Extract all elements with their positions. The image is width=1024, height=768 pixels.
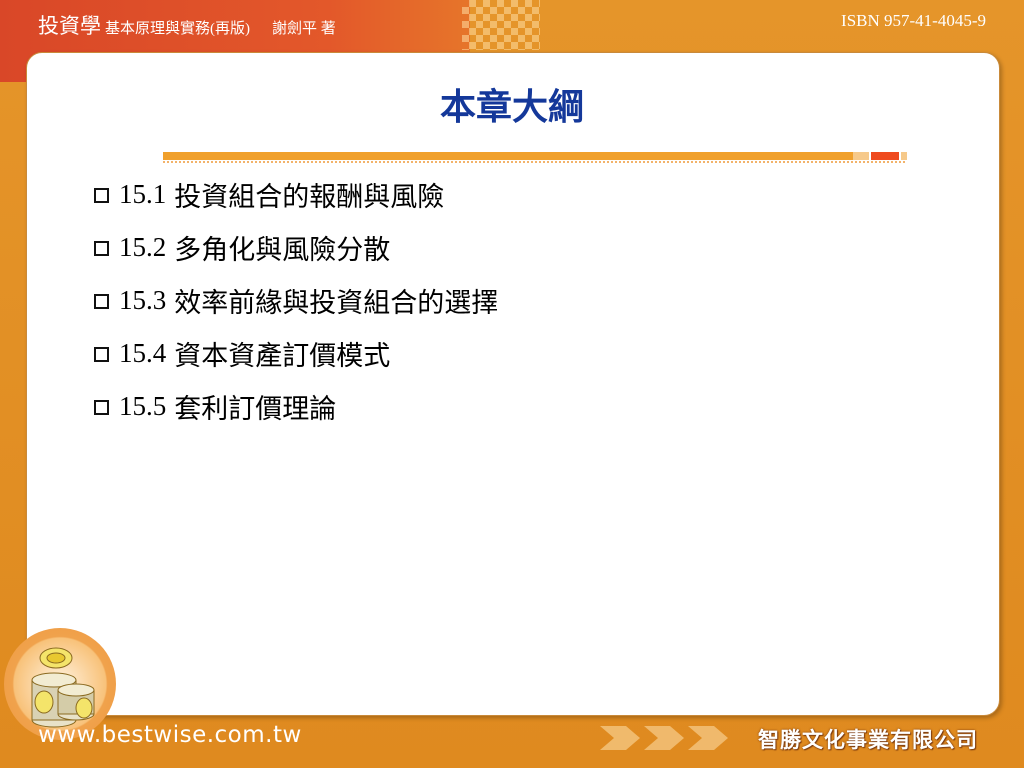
outline-item-text: 多角化與風險分散	[174, 235, 391, 265]
title-underline-segment	[901, 152, 907, 160]
outline-item-number: 15.1	[119, 179, 167, 209]
outline-item-15-4: 15.4 資本資產訂價模式	[94, 327, 498, 380]
outline-item-number: 15.2	[119, 232, 167, 262]
slide-title: 本章大綱	[439, 87, 584, 128]
book-title: 投資學 基本原理與實務(再版) 謝劍平 著	[38, 10, 336, 40]
isbn-label: ISBN 957-41-4045-9	[841, 11, 986, 30]
title-underline-bar	[163, 152, 853, 160]
outline-item-text: 投資組合的報酬與風險	[174, 182, 445, 212]
outline-item-text: 套利訂價理論	[174, 394, 337, 424]
title-underline-segment	[853, 152, 869, 160]
book-title-main: 投資學	[38, 14, 101, 38]
footer-url: www.bestwise.com.tw	[38, 722, 302, 748]
outline-item-15-5: 15.5 套利訂價理論	[94, 380, 498, 433]
outline-item-number: 15.3	[119, 285, 167, 315]
header-checker-pattern	[462, 0, 540, 50]
checkbox-icon	[94, 188, 109, 203]
title-underline-dots	[163, 161, 907, 163]
checkbox-icon	[94, 241, 109, 256]
outline-item-15-3: 15.3 效率前緣與投資組合的選擇	[94, 274, 498, 327]
title-underline-accent	[871, 152, 899, 160]
checkbox-icon	[94, 400, 109, 415]
chapter-outline: 15.1 投資組合的報酬與風險 15.2 多角化與風險分散 15.3 效率前緣與…	[94, 168, 498, 433]
checkbox-icon	[94, 294, 109, 309]
outline-item-text: 效率前緣與投資組合的選擇	[174, 288, 499, 318]
outline-item-15-1: 15.1 投資組合的報酬與風險	[94, 168, 498, 221]
outline-item-number: 15.4	[119, 338, 167, 368]
slide-background: 投資學 基本原理與實務(再版) 謝劍平 著 ISBN 957-41-4045-9 本…	[0, 0, 1024, 768]
book-author: 謝劍平 著	[272, 21, 336, 37]
checkbox-icon	[94, 347, 109, 362]
outline-item-text: 資本資產訂價模式	[174, 341, 391, 371]
book-title-subtitle: 基本原理與實務(再版)	[105, 21, 250, 37]
title-underline	[163, 152, 907, 163]
arrow-right-icon	[600, 726, 728, 750]
outline-item-15-2: 15.2 多角化與風險分散	[94, 221, 498, 274]
outline-item-number: 15.5	[119, 391, 167, 421]
publisher-name: 智勝文化事業有限公司	[758, 728, 978, 752]
